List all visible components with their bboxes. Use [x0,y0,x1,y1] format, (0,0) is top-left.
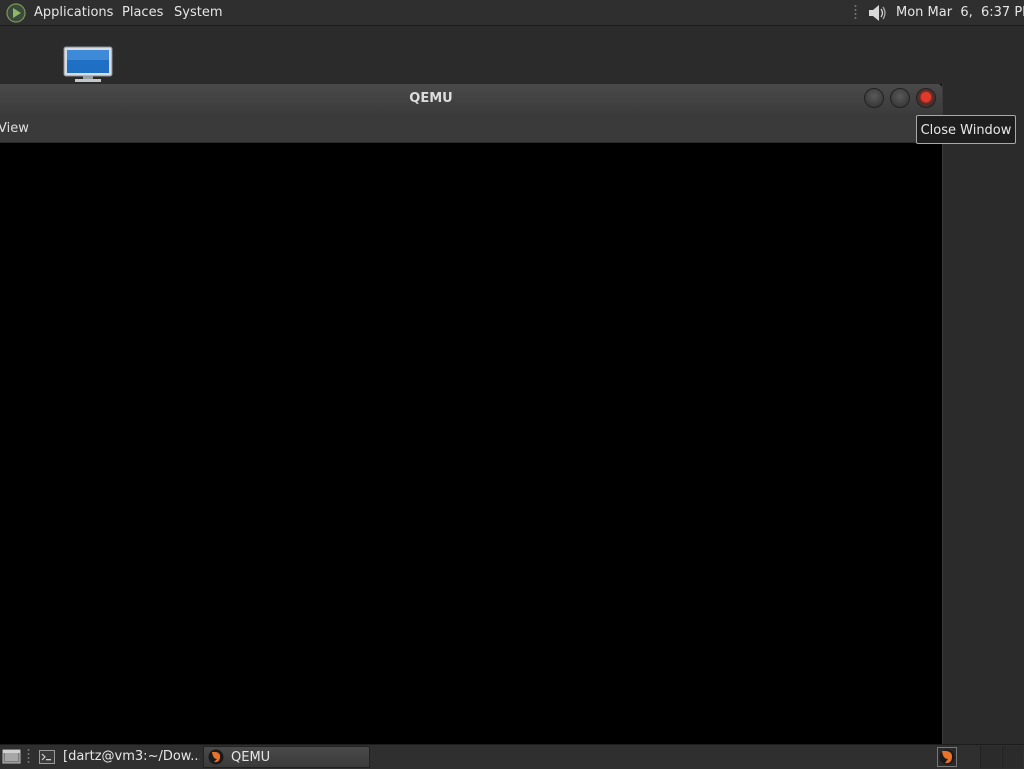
workspace-switcher-2[interactable] [1002,746,1023,768]
system-menu[interactable]: System [174,5,222,20]
window-menubar: View [0,113,942,143]
top-panel: Applications Places System Mon Mar 6, 6:… [0,0,1024,26]
taskbar-item-label: QEMU [231,750,271,765]
minimize-button[interactable] [864,88,884,108]
applications-menu[interactable]: Applications [34,5,113,20]
view-menu[interactable]: View [0,121,29,136]
maximize-button[interactable] [890,88,910,108]
clock[interactable]: Mon Mar 6, 6:37 PM [896,5,1024,20]
window-titlebar[interactable]: QEMU [0,84,942,113]
vm-display[interactable] [0,143,942,744]
taskbar-item-terminal[interactable]: [dartz@vm3:~/Dow... [36,746,200,768]
speaker-icon[interactable] [866,3,888,23]
qemu-icon [208,749,224,765]
show-desktop-icon[interactable] [2,748,21,765]
terminal-icon [39,750,55,764]
qemu-icon[interactable] [937,747,957,767]
bottom-panel: [dartz@vm3:~/Dow... QEMU [0,744,1024,769]
panel-handle-icon [27,749,30,763]
gnome-foot-icon[interactable] [6,3,26,23]
close-window-tooltip: Close Window [916,115,1016,144]
taskbar-item-label: [dartz@vm3:~/Dow... [63,749,200,764]
computer-monitor-icon[interactable] [63,46,113,83]
panel-handle-icon [854,5,857,19]
places-menu[interactable]: Places [122,5,163,20]
close-button[interactable] [916,88,936,108]
qemu-window[interactable]: QEMU View [0,84,943,744]
workspace-switcher-1[interactable] [980,746,1001,768]
window-title: QEMU [409,91,453,106]
taskbar-item-qemu[interactable]: QEMU [203,746,370,768]
